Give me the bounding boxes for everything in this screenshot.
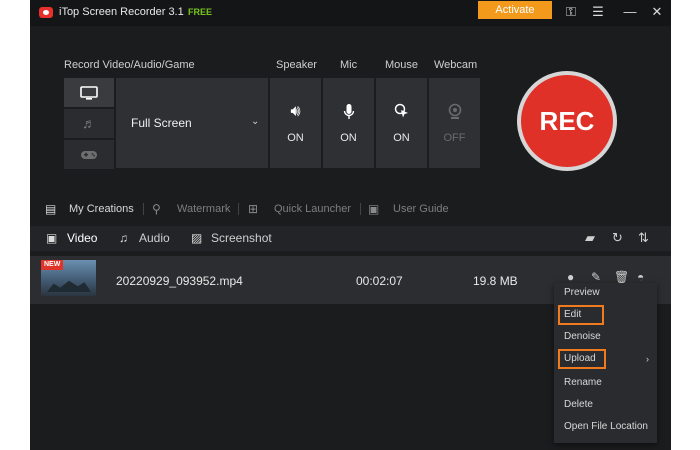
screenshot-icon: ▨ bbox=[191, 231, 203, 245]
user-guide-link[interactable]: User Guide bbox=[393, 201, 449, 217]
chevron-down-icon: ⌄ bbox=[251, 116, 260, 127]
thumbnail-image bbox=[47, 280, 91, 292]
divider bbox=[238, 203, 239, 215]
play-icon[interactable]: ● bbox=[567, 270, 574, 284]
speaker-label: Speaker bbox=[276, 59, 317, 71]
free-badge: FREE bbox=[188, 7, 213, 17]
capture-area-value: Full Screen bbox=[131, 116, 192, 130]
gamepad-icon[interactable] bbox=[64, 140, 114, 169]
video-icon: ▣ bbox=[46, 231, 58, 245]
rec-button[interactable]: REC bbox=[521, 75, 613, 167]
menu-item-edit[interactable]: Edit bbox=[558, 305, 604, 325]
my-creations-link[interactable]: My Creations bbox=[69, 201, 134, 217]
mic-label: Mic bbox=[340, 59, 358, 71]
menu-item-upload[interactable]: Upload bbox=[558, 349, 606, 369]
file-size: 19.8 MB bbox=[473, 274, 518, 288]
music-note-icon[interactable]: ♬ bbox=[64, 109, 114, 138]
refresh-icon[interactable]: ↻ bbox=[612, 230, 623, 246]
webcam-state: OFF bbox=[443, 132, 466, 144]
edit-icon[interactable]: ✎ bbox=[591, 270, 601, 284]
watermark-link[interactable]: Watermark bbox=[177, 201, 230, 217]
mic-state: ON bbox=[340, 132, 357, 144]
new-badge: NEW bbox=[41, 260, 64, 270]
menu-item-rename[interactable]: Rename bbox=[558, 373, 653, 393]
app-window: iTop Screen Recorder 3.1 FREE Activate ⚿… bbox=[30, 0, 671, 450]
mouse-cursor-icon bbox=[376, 103, 427, 124]
record-mode-label: Record Video/Audio/Game bbox=[64, 59, 195, 71]
hamburger-menu-icon[interactable]: ☰ bbox=[589, 4, 607, 20]
mouse-state: ON bbox=[393, 132, 410, 144]
menu-item-preview[interactable]: Preview bbox=[558, 283, 653, 303]
activate-button[interactable]: Activate bbox=[478, 1, 552, 19]
watermark-icon: ⚲ bbox=[152, 202, 161, 216]
menu-item-denoise[interactable]: Denoise bbox=[558, 327, 653, 347]
record-mode-group: ♬ bbox=[64, 78, 114, 169]
recorder-logo-icon bbox=[39, 7, 53, 18]
file-duration: 00:02:07 bbox=[356, 274, 403, 288]
menu-item-delete[interactable]: Delete bbox=[558, 395, 653, 415]
audio-icon: ♫ bbox=[119, 231, 128, 245]
tab-screenshot[interactable]: Screenshot bbox=[211, 231, 272, 245]
file-name: 20220929_093952.mp4 bbox=[116, 274, 243, 288]
webcam-label: Webcam bbox=[434, 59, 478, 71]
app-title: iTop Screen Recorder 3.1 bbox=[59, 6, 184, 18]
menu-item-open-location[interactable]: Open File Location bbox=[558, 417, 653, 437]
speaker-icon: 🔊︎ bbox=[290, 103, 301, 120]
tab-audio[interactable]: Audio bbox=[139, 231, 170, 245]
folder-icon[interactable]: ▰ bbox=[585, 230, 595, 246]
user-guide-icon: ▣ bbox=[368, 202, 380, 216]
mouse-label: Mouse bbox=[385, 59, 419, 71]
monitor-icon[interactable] bbox=[64, 78, 114, 107]
quick-launcher-icon: ⊞ bbox=[248, 202, 259, 216]
chevron-right-icon: › bbox=[646, 354, 649, 364]
more-icon[interactable]: ◓ bbox=[637, 270, 644, 284]
divider bbox=[360, 203, 361, 215]
tab-video[interactable]: Video bbox=[67, 231, 97, 245]
title-bar: iTop Screen Recorder 3.1 FREE Activate ⚿… bbox=[30, 0, 671, 26]
close-icon[interactable]: ✕ bbox=[648, 4, 666, 20]
media-tabs-bar: ▣ Video ♫ Audio ▨ Screenshot ▰ ↻ ⇅ bbox=[30, 226, 671, 251]
my-creations-icon: ▤ bbox=[45, 202, 57, 216]
speaker-state: ON bbox=[287, 132, 304, 144]
sort-icon[interactable]: ⇅ bbox=[638, 230, 649, 246]
mic-toggle[interactable]: ON bbox=[323, 78, 374, 168]
quick-launcher-link[interactable]: Quick Launcher bbox=[274, 201, 351, 217]
divider bbox=[143, 203, 144, 215]
minimize-icon[interactable]: — bbox=[621, 4, 639, 20]
delete-icon[interactable]: 🗑︎ bbox=[614, 270, 629, 284]
context-menu: Preview Edit Denoise Upload › Rename Del… bbox=[554, 283, 657, 443]
rec-button-ring: REC bbox=[517, 71, 617, 171]
mouse-toggle[interactable]: ON bbox=[376, 78, 427, 168]
capture-area-dropdown[interactable]: Full Screen ⌄ bbox=[116, 78, 268, 168]
speaker-toggle[interactable]: 🔊︎ ON bbox=[270, 78, 321, 168]
key-icon[interactable]: ⚿ bbox=[562, 4, 580, 20]
webcam-toggle[interactable]: OFF bbox=[429, 78, 480, 168]
webcam-icon bbox=[429, 103, 480, 126]
microphone-icon bbox=[323, 103, 374, 126]
